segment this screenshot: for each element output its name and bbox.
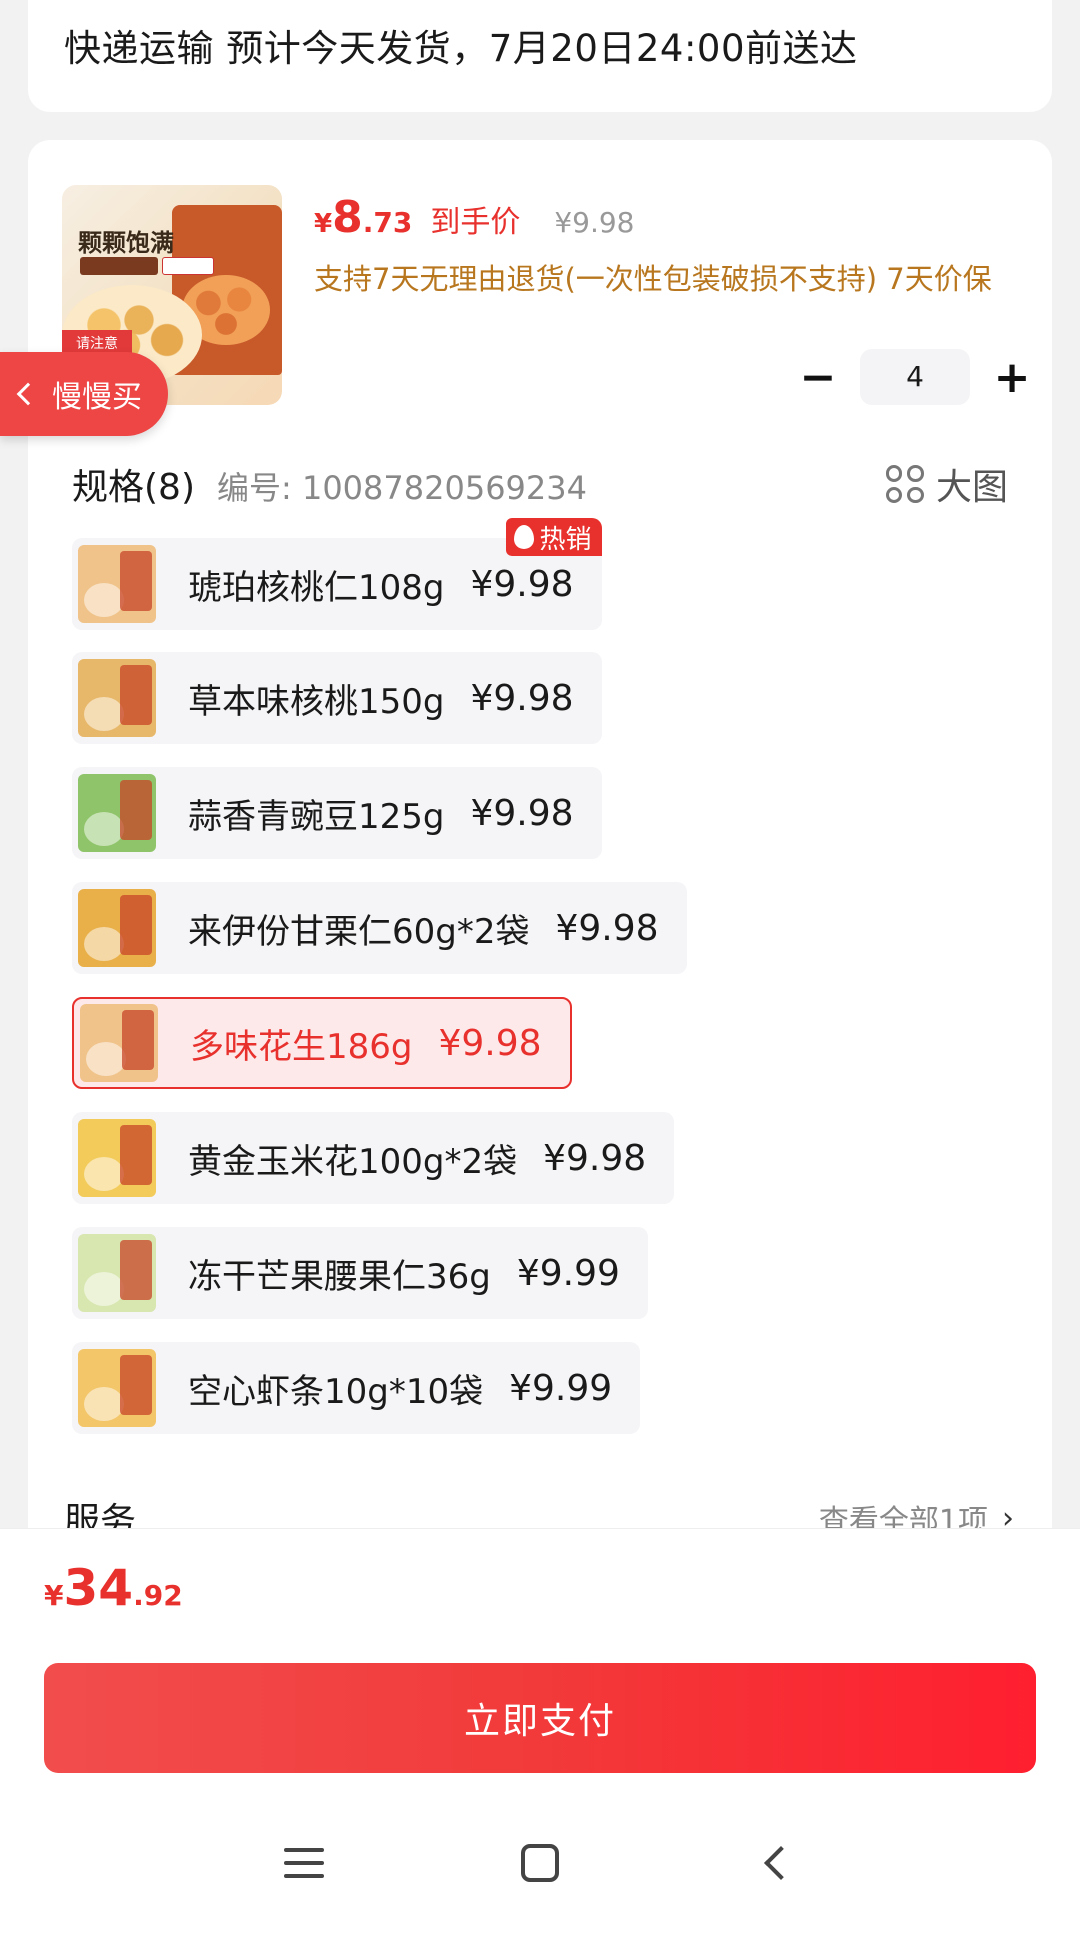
spec-header: 规格(8) 编号: 10087820569234 <box>72 458 587 510</box>
return-policy: 支持7天无理由退货(一次性包装破损不支持) 7天价保 <box>314 262 992 296</box>
back-tab[interactable]: 慢慢买 <box>0 352 168 436</box>
hot-badge: 热销 <box>505 518 602 556</box>
spec-thumb <box>78 659 156 737</box>
hot-label: 热销 <box>539 524 592 555</box>
product-code: 编号: 10087820569234 <box>217 469 587 507</box>
total-integer: 34 <box>63 1559 134 1617</box>
spec-thumb <box>80 1004 158 1082</box>
spec-price: ¥9.98 <box>543 1137 647 1179</box>
spec-name: 黄金玉米花100g*2袋 <box>188 1141 518 1182</box>
grid-icon <box>885 465 924 503</box>
spec-name: 多味花生186g <box>190 1026 413 1067</box>
original-price: ¥9.98 <box>554 206 635 239</box>
spec-name: 琥珀核桃仁108g <box>188 567 445 608</box>
spec-name: 空心虾条10g*10袋 <box>188 1371 484 1412</box>
spec-thumb <box>78 1234 156 1312</box>
spec-option[interactable]: 来伊份甘栗仁60g*2袋 ¥9.98 <box>72 882 687 974</box>
total-bar: ¥ 34 .92 <box>0 1528 1080 1653</box>
price-note: 到手价 <box>430 205 521 240</box>
thumb-title: 颗颗饱满 <box>78 229 174 257</box>
spec-option[interactable]: 黄金玉米花100g*2袋 ¥9.98 <box>72 1112 675 1204</box>
spec-name: 草本味核桃150g <box>188 681 445 722</box>
flame-icon <box>513 525 534 549</box>
price-decimal: .73 <box>362 206 413 239</box>
chevron-left-icon <box>16 382 40 406</box>
spec-price: ¥9.98 <box>470 677 574 719</box>
system-nav-bar <box>0 1783 1080 1935</box>
total-price: ¥ 34 .92 <box>44 1559 183 1617</box>
big-image-toggle[interactable]: 大图 <box>885 458 1008 510</box>
quantity-value[interactable]: 4 <box>860 349 970 405</box>
spec-option[interactable]: 琥珀核桃仁108g ¥9.98 热销 <box>72 518 602 630</box>
menu-icon[interactable] <box>264 1823 344 1903</box>
spec-option[interactable]: 冻干芒果腰果仁36g ¥9.99 <box>72 1227 648 1319</box>
spec-thumb <box>78 1349 156 1427</box>
spec-title: 规格(8) <box>72 467 195 508</box>
spec-name: 冻干芒果腰果仁36g <box>188 1256 491 1297</box>
big-image-label: 大图 <box>935 467 1008 508</box>
spec-price: ¥9.98 <box>470 792 574 834</box>
spec-option[interactable]: 空心虾条10g*10袋 ¥9.99 <box>72 1342 641 1434</box>
pay-now-button[interactable]: 立即支付 <box>44 1663 1036 1773</box>
back-tab-label: 慢慢买 <box>52 380 142 415</box>
spec-thumb <box>78 545 156 623</box>
spec-option[interactable]: 草本味核桃150g ¥9.98 <box>72 652 602 744</box>
decrease-button[interactable]: − <box>790 349 846 405</box>
price-row: ¥ 8 .73 到手价 ¥9.98 <box>314 192 635 243</box>
shipping-card: 快递运输 预计今天发货，7月20日24:00前送达 <box>28 0 1052 112</box>
spec-option[interactable]: 蒜香青豌豆125g ¥9.98 <box>72 767 602 859</box>
spec-price: ¥9.99 <box>516 1252 620 1294</box>
spec-price: ¥9.98 <box>555 907 659 949</box>
spec-thumb <box>78 889 156 967</box>
back-icon[interactable] <box>736 1823 816 1903</box>
total-decimal: .92 <box>133 1579 183 1612</box>
increase-button[interactable]: + <box>984 349 1040 405</box>
spec-price: ¥9.98 <box>438 1022 542 1064</box>
spec-name: 来伊份甘栗仁60g*2袋 <box>188 911 530 952</box>
product-card: 颗颗饱满 请注意 ¥ 8 .73 到手价 ¥9.98 支持7天无理由退货(一次性… <box>28 140 1052 1580</box>
spec-thumb <box>78 1119 156 1197</box>
spec-price: ¥9.98 <box>470 563 574 605</box>
total-symbol: ¥ <box>44 1579 64 1612</box>
price-integer: 8 <box>332 192 363 243</box>
pay-area: 立即支付 <box>0 1653 1080 1783</box>
shipping-info: 快递运输 预计今天发货，7月20日24:00前送达 <box>64 27 858 70</box>
thumb-tag <box>80 257 158 275</box>
spec-thumb <box>78 774 156 852</box>
thumb-tag-secondary <box>162 257 214 275</box>
spec-option-selected[interactable]: 多味花生186g ¥9.98 <box>72 997 572 1089</box>
quantity-stepper: − 4 + <box>790 349 1040 405</box>
spec-name: 蒜香青豌豆125g <box>188 796 445 837</box>
home-icon[interactable] <box>500 1823 580 1903</box>
price-symbol: ¥ <box>314 209 333 239</box>
spec-price: ¥9.99 <box>509 1367 613 1409</box>
